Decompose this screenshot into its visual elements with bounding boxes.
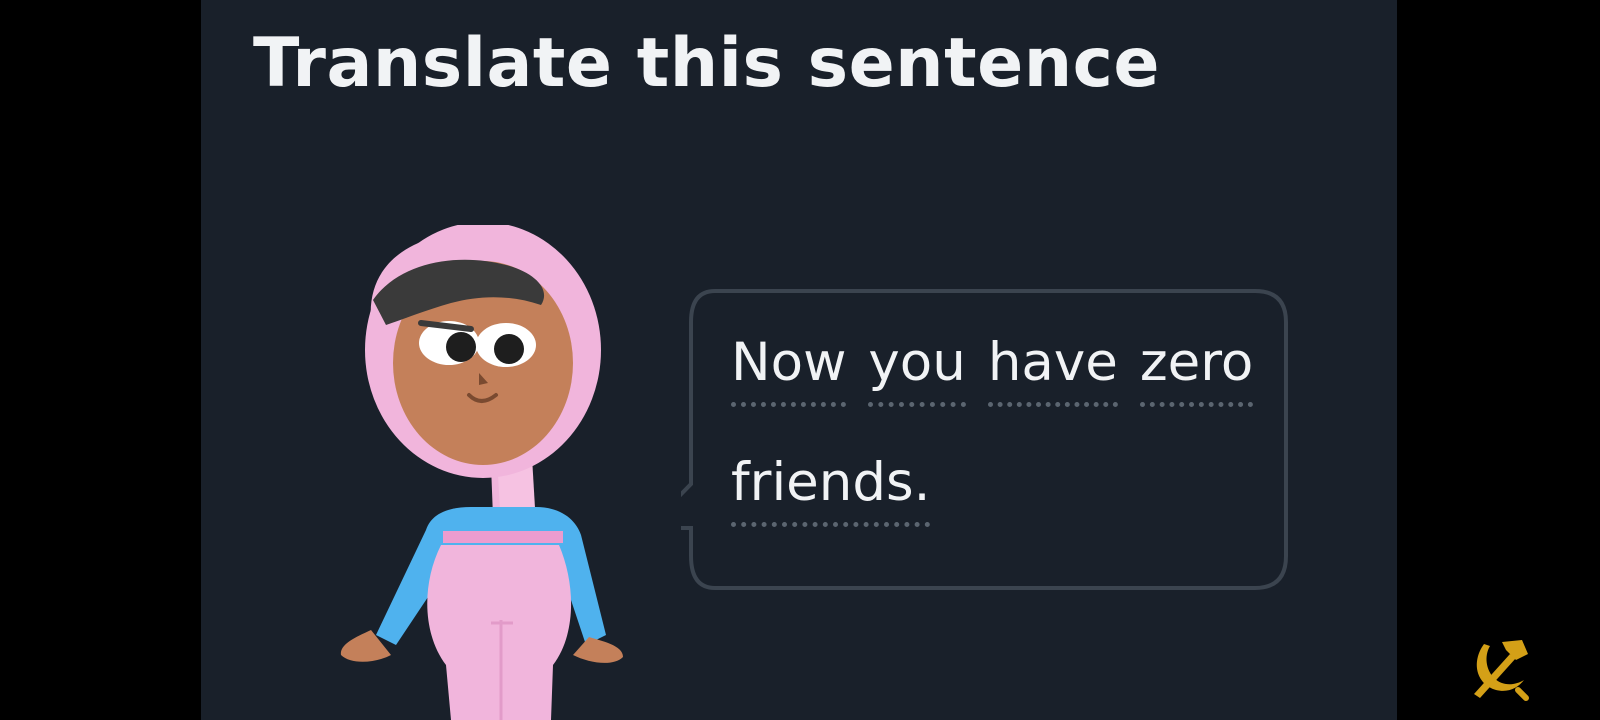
sentence-line: friends.	[731, 448, 1271, 568]
speech-bubble: Now you have zero friends.	[681, 288, 1299, 596]
sentence-line: Now you have zero	[731, 328, 1271, 448]
hint-word[interactable]: Now	[731, 328, 847, 407]
character-illustration	[331, 222, 641, 720]
prompt-sentence: Now you have zero friends.	[731, 328, 1271, 568]
hint-word[interactable]: have	[987, 328, 1118, 407]
hint-word[interactable]: you	[868, 328, 966, 407]
hammer-sickle-icon	[1466, 632, 1536, 702]
challenge-heading: Translate this sentence	[253, 24, 1161, 103]
challenge-screen: Translate this sentence Now you have zer…	[201, 0, 1397, 720]
hint-word[interactable]: friends.	[731, 448, 931, 527]
hint-word[interactable]: zero	[1139, 328, 1254, 407]
